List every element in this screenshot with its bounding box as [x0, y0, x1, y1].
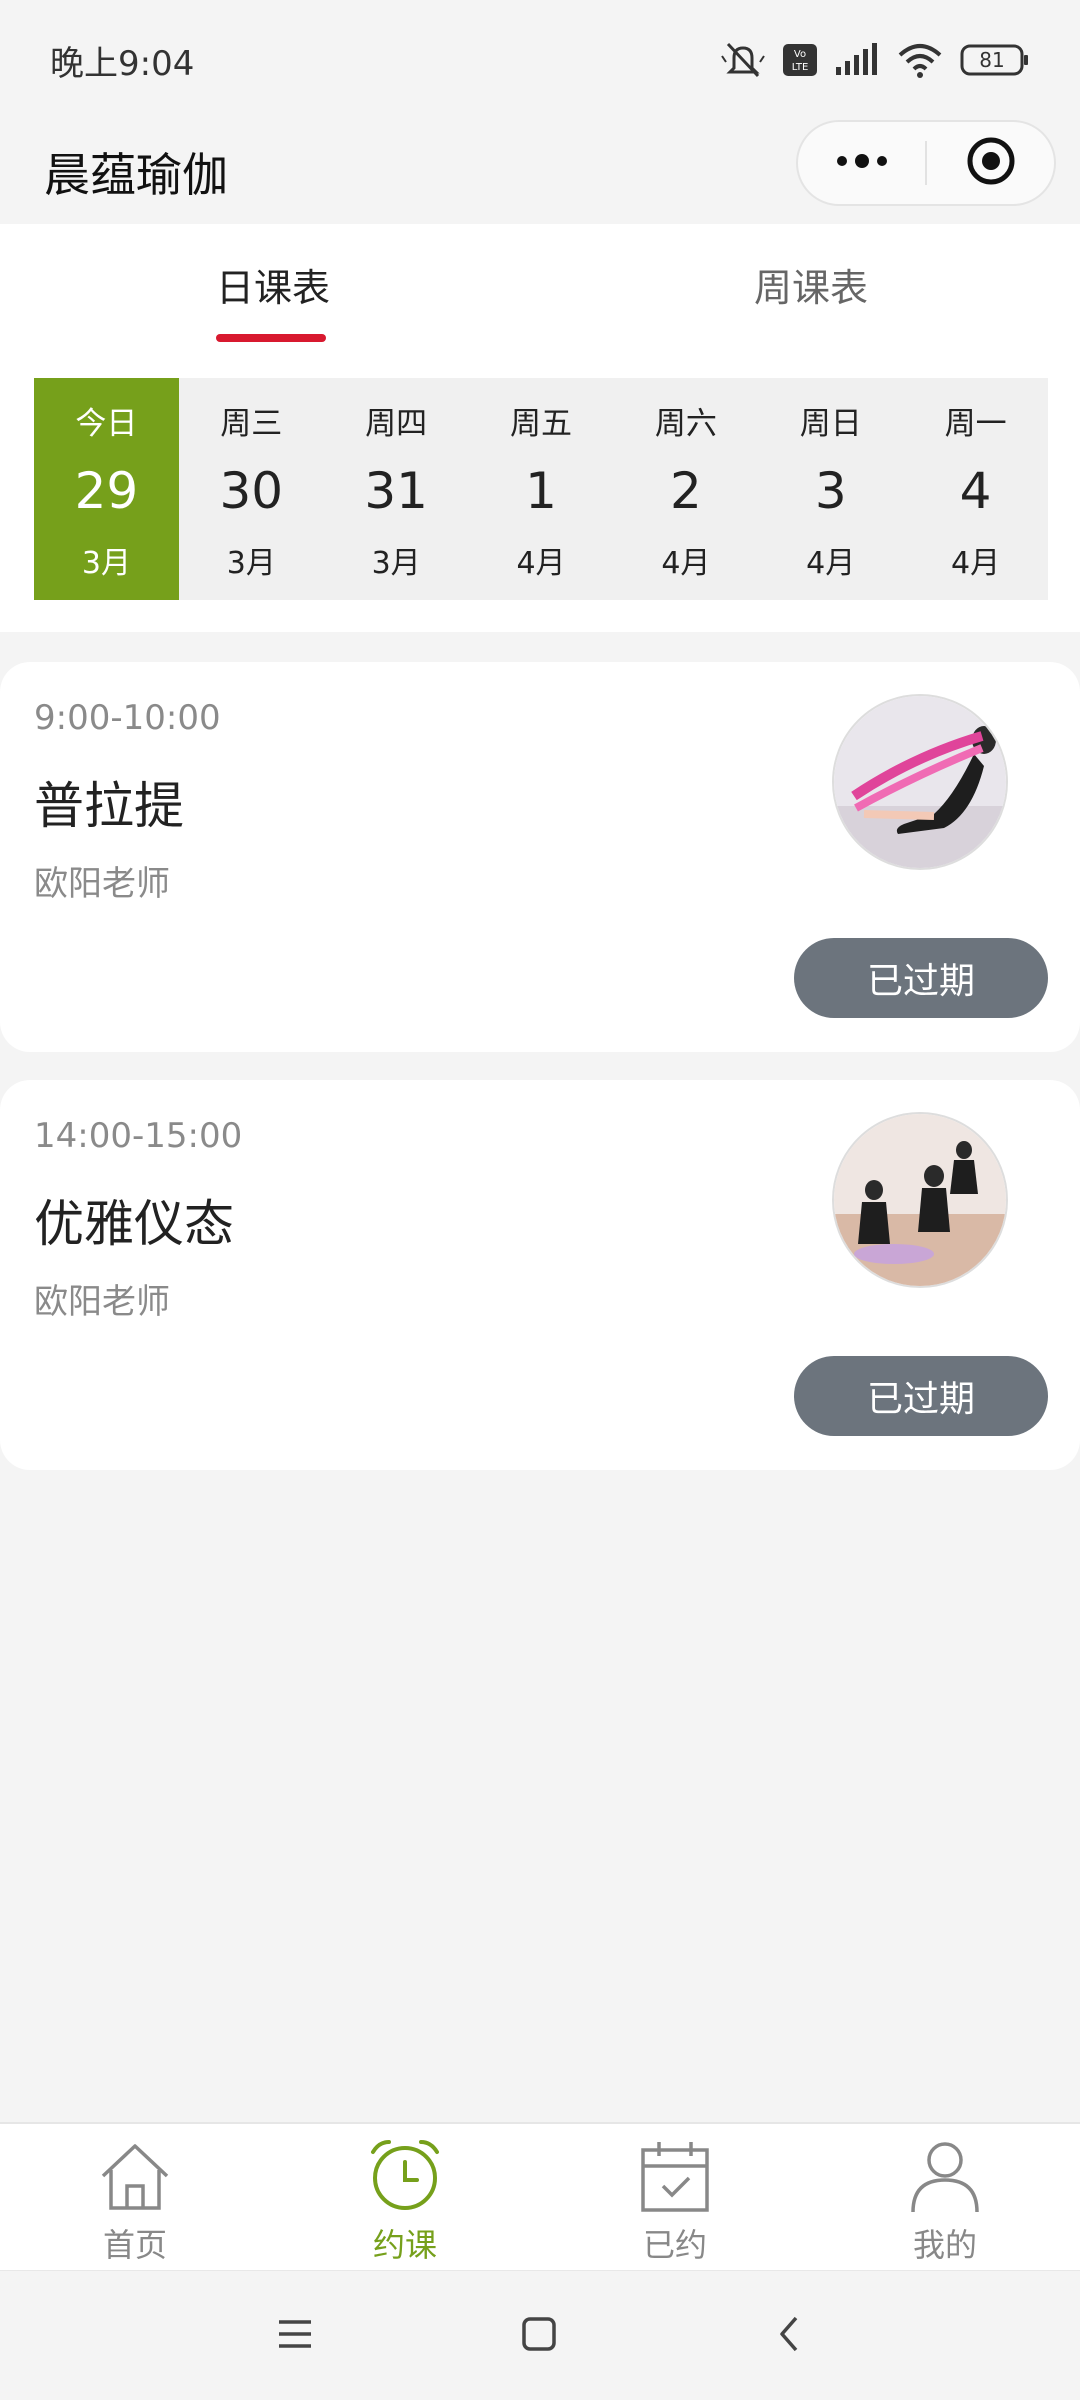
- status-time: 晚上9:04: [50, 43, 195, 84]
- tabbar-item-mine[interactable]: 我的: [810, 2124, 1080, 2270]
- more-dots-icon: [834, 153, 890, 173]
- signal-icon: [834, 43, 880, 77]
- date-weekday: 今日: [75, 406, 138, 442]
- close-button[interactable]: [927, 122, 1054, 204]
- page-title: 晨蕴瑜伽: [44, 148, 228, 202]
- date-day: 3: [814, 461, 847, 520]
- tab-day-schedule[interactable]: 日课表: [0, 224, 540, 344]
- date-month: 4月: [661, 546, 711, 581]
- chevron-left-icon: [774, 2314, 804, 2358]
- wifi-icon: [896, 41, 944, 79]
- date-day: 2: [669, 461, 702, 520]
- tab-week-label: 周课表: [754, 265, 869, 310]
- tabbar-item-booking[interactable]: 约课: [270, 2124, 540, 2270]
- date-month: 4月: [951, 546, 1001, 581]
- pilates-photo: [832, 694, 1008, 870]
- app-header: 晨蕴瑜伽: [0, 120, 1080, 224]
- home-icon: [97, 2138, 173, 2218]
- date-cell[interactable]: 周日 3 4月: [758, 378, 903, 600]
- home-nav-button[interactable]: [514, 2311, 564, 2361]
- back-nav-button[interactable]: [764, 2311, 814, 2361]
- date-cell[interactable]: 周三 30 3月: [179, 378, 324, 600]
- alarm-clock-icon: [367, 2138, 443, 2218]
- date-weekday: 周四: [365, 406, 428, 442]
- date-cell[interactable]: 周四 31 3月: [324, 378, 469, 600]
- user-icon: [907, 2138, 983, 2218]
- schedule-panel: 日课表 周课表 今日 29 3月 周三 30 3月 周四 31 3月 周五 1 …: [0, 224, 1080, 632]
- recent-apps-button[interactable]: [270, 2311, 320, 2361]
- battery-level: 81: [979, 48, 1005, 72]
- target-circle-icon: [966, 136, 1016, 190]
- date-month: 3月: [226, 546, 276, 581]
- date-cell-today[interactable]: 今日 29 3月: [34, 378, 179, 600]
- date-month: 3月: [81, 546, 131, 581]
- date-strip: 今日 29 3月 周三 30 3月 周四 31 3月 周五 1 4月 周六 2 …: [34, 378, 1048, 600]
- tabbar-label: 首页: [102, 2226, 167, 2264]
- date-cell[interactable]: 周一 4 4月: [903, 378, 1048, 600]
- posture-class-photo: [832, 1112, 1008, 1288]
- square-icon: [520, 2315, 558, 2357]
- expired-status-button[interactable]: 已过期: [794, 1356, 1048, 1436]
- course-time: 9:00-10:00: [34, 698, 221, 738]
- tabbar-label: 我的: [912, 2226, 977, 2264]
- tabbar-item-home[interactable]: 首页: [0, 2124, 270, 2270]
- course-teacher: 欧阳老师: [34, 1282, 170, 1322]
- date-weekday: 周日: [799, 406, 862, 442]
- menu-lines-icon: [275, 2317, 315, 2355]
- date-weekday: 周五: [510, 406, 572, 442]
- svg-text:LTE: LTE: [792, 62, 809, 73]
- date-weekday: 周三: [220, 406, 283, 442]
- course-card[interactable]: 9:00-10:00 普拉提 欧阳老师 已过期: [0, 662, 1080, 1052]
- system-nav-bar: [0, 2270, 1080, 2400]
- tab-active-indicator: [216, 334, 326, 342]
- course-card[interactable]: 14:00-15:00 优雅仪态 欧阳老师 已过期: [0, 1080, 1080, 1470]
- date-day: 31: [364, 461, 428, 520]
- date-day: 4: [959, 461, 992, 520]
- course-name: 优雅仪态: [34, 1195, 234, 1253]
- date-month: 4月: [806, 546, 856, 581]
- date-weekday: 周一: [944, 406, 1007, 442]
- tabbar-label: 已约: [642, 2226, 707, 2264]
- tab-week-schedule[interactable]: 周课表: [540, 224, 1080, 344]
- date-cell[interactable]: 周六 2 4月: [613, 378, 758, 600]
- svg-text:Vo: Vo: [794, 49, 806, 60]
- calendar-check-icon: [637, 2138, 713, 2218]
- status-icons: Vo LTE 81: [720, 40, 1030, 80]
- tabbar-item-booked[interactable]: 已约: [540, 2124, 810, 2270]
- date-cell[interactable]: 周五 1 4月: [469, 378, 614, 600]
- date-day: 30: [219, 461, 284, 520]
- mute-icon: [720, 40, 766, 80]
- tab-day-label: 日课表: [216, 265, 331, 310]
- date-month: 3月: [371, 546, 421, 581]
- course-teacher: 欧阳老师: [34, 864, 170, 904]
- mini-program-capsule: [796, 120, 1056, 206]
- course-name: 普拉提: [34, 777, 184, 835]
- course-time: 14:00-15:00: [34, 1116, 243, 1156]
- date-weekday: 周六: [654, 406, 717, 442]
- date-month: 4月: [516, 546, 566, 581]
- more-button[interactable]: [798, 122, 925, 204]
- tabbar-label: 约课: [372, 2226, 437, 2264]
- date-day: 29: [74, 461, 139, 520]
- battery-icon: 81: [960, 43, 1030, 77]
- date-day: 1: [525, 461, 557, 520]
- status-bar: 晚上9:04 Vo LTE 81: [0, 0, 1080, 120]
- volte-icon: Vo LTE: [782, 43, 818, 77]
- schedule-tabs: 日课表 周课表: [0, 224, 1080, 344]
- expired-status-button[interactable]: 已过期: [794, 938, 1048, 1018]
- bottom-tab-bar: 首页 约课 已约 我的: [0, 2122, 1080, 2270]
